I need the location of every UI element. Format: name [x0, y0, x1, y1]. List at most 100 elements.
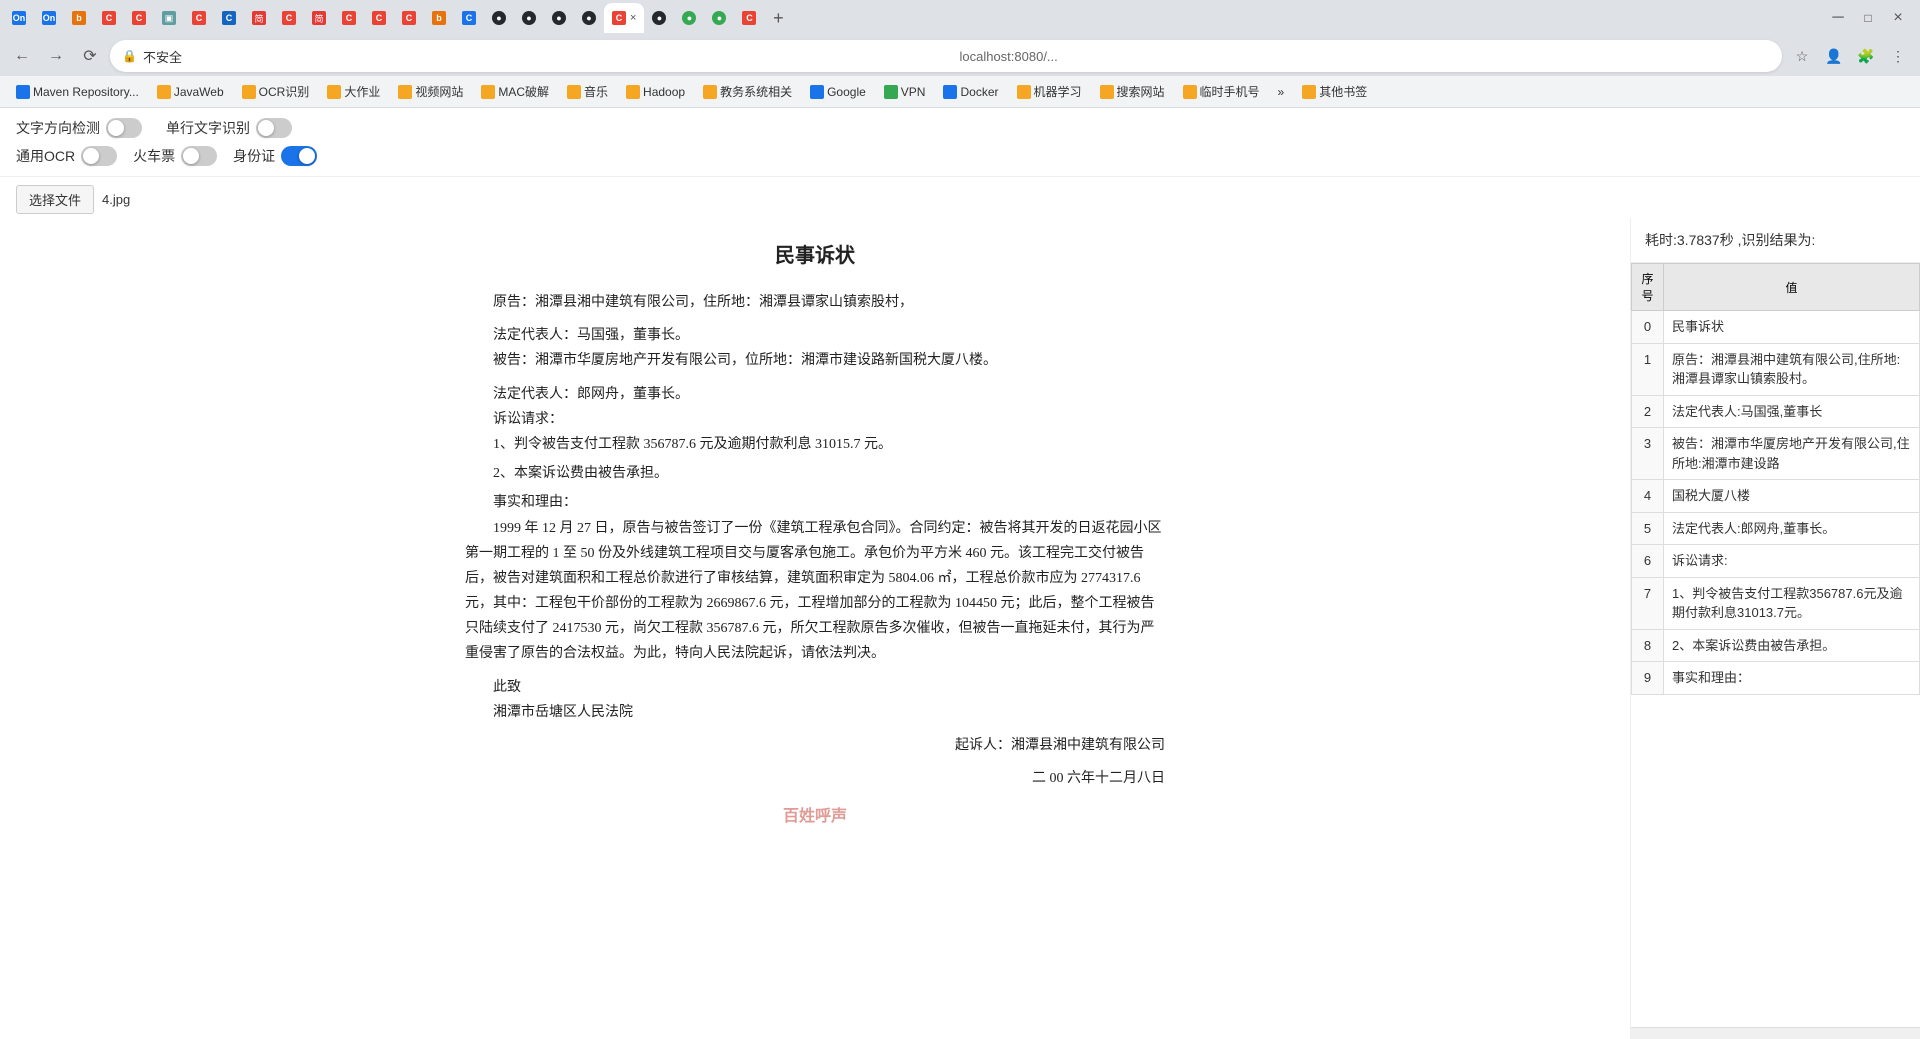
train-ticket-label: 火车票: [133, 146, 175, 166]
results-table: 序号 值 0 民事诉状 1 原告：湘潭县湘中建筑有限公司,住所地:湘潭县谭家山镇…: [1631, 263, 1920, 695]
tab-favicon-6: ▣: [162, 11, 176, 25]
watermark-text: 百姓呼声: [783, 808, 847, 825]
tab-1[interactable]: On: [4, 3, 34, 33]
tab-23[interactable]: ●: [674, 3, 704, 33]
menu-button[interactable]: ⋮: [1884, 42, 1912, 70]
tab-11[interactable]: 简: [304, 3, 334, 33]
tab-13[interactable]: C: [364, 3, 394, 33]
tab-14[interactable]: C: [394, 3, 424, 33]
extension-button[interactable]: 🧩: [1852, 42, 1880, 70]
bookmark-docker[interactable]: Docker: [935, 82, 1006, 102]
bookmark-mac[interactable]: MAC破解: [473, 80, 557, 103]
bookmark-google[interactable]: Google: [802, 82, 874, 102]
tab-19[interactable]: ●: [544, 3, 574, 33]
choose-file-button[interactable]: 选择文件: [16, 185, 94, 214]
tab-6[interactable]: ▣: [154, 3, 184, 33]
tab-12[interactable]: C: [334, 3, 364, 33]
tab-favicon-5: C: [132, 11, 146, 25]
tab-18[interactable]: ●: [514, 3, 544, 33]
tab-close-active[interactable]: ×: [630, 12, 636, 24]
tab-active[interactable]: C ×: [604, 3, 644, 33]
bookmark-icon-google: [810, 85, 824, 99]
bookmark-video[interactable]: 视频网站: [390, 80, 471, 103]
bookmark-maven[interactable]: Maven Repository...: [8, 82, 147, 102]
bookmark-star-button[interactable]: ☆: [1788, 42, 1816, 70]
bookmark-label-search: 搜索网站: [1117, 83, 1165, 100]
tab-favicon-9: 简: [252, 11, 266, 25]
address-bar: ← → ⟳ 🔒 不安全 localhost:8080/... ☆ 👤 🧩 ⋮: [0, 36, 1920, 76]
minimize-button[interactable]: ─: [1824, 4, 1852, 32]
single-line-toggle-wrap: 单行文字识别: [166, 118, 292, 138]
doc-para-6: 2、本案诉讼费由被告承担。: [493, 461, 1165, 486]
bookmark-dazuoye[interactable]: 大作业: [319, 80, 388, 103]
tab-5[interactable]: C: [124, 3, 154, 33]
bookmark-icon-javaweb: [157, 85, 171, 99]
bookmark-icon-music: [567, 85, 581, 99]
bookmark-vpn[interactable]: VPN: [876, 82, 934, 102]
tab-9[interactable]: 简: [244, 3, 274, 33]
bookmark-label-docker: Docker: [960, 85, 998, 99]
bookmark-label-javaweb: JavaWeb: [174, 85, 224, 99]
tab-25[interactable]: C: [734, 3, 764, 33]
tab-8[interactable]: C: [214, 3, 244, 33]
row-seq: 5: [1632, 512, 1664, 545]
tab-16[interactable]: C: [454, 3, 484, 33]
horizontal-scrollbar[interactable]: [1631, 1027, 1920, 1039]
id-card-label: 身份证: [233, 146, 275, 166]
tab-favicon-23: ●: [682, 11, 696, 25]
bookmark-javaweb[interactable]: JavaWeb: [149, 82, 232, 102]
reload-button[interactable]: ⟳: [76, 42, 104, 70]
bookmark-others[interactable]: 其他书签: [1294, 80, 1375, 103]
bookmark-music[interactable]: 音乐: [559, 80, 616, 103]
bookmark-search[interactable]: 搜索网站: [1092, 80, 1173, 103]
doc-para-7: 事实和理由：: [493, 490, 1165, 515]
bookmark-phone[interactable]: 临时手机号: [1175, 80, 1268, 103]
back-button[interactable]: ←: [8, 42, 36, 70]
general-ocr-toggle[interactable]: [81, 146, 117, 166]
tab-20[interactable]: ●: [574, 3, 604, 33]
tab-15[interactable]: b: [424, 3, 454, 33]
tab-7[interactable]: C: [184, 3, 214, 33]
table-row: 4 国税大厦八楼: [1632, 480, 1920, 513]
bookmark-more[interactable]: »: [1270, 82, 1293, 102]
single-line-toggle[interactable]: [256, 118, 292, 138]
id-card-toggle[interactable]: [281, 146, 317, 166]
tab-22[interactable]: ●: [644, 3, 674, 33]
text-direction-toggle[interactable]: [106, 118, 142, 138]
profile-button[interactable]: 👤: [1820, 42, 1848, 70]
tab-favicon-1: On: [12, 11, 26, 25]
tab-17[interactable]: ●: [484, 3, 514, 33]
maximize-button[interactable]: □: [1854, 4, 1882, 32]
close-window-button[interactable]: ×: [1884, 4, 1912, 32]
tab-10[interactable]: C: [274, 3, 304, 33]
bookmark-label-google: Google: [827, 85, 866, 99]
col-seq-header: 序号: [1632, 264, 1664, 311]
tab-favicon-17: ●: [492, 11, 506, 25]
single-line-label: 单行文字识别: [166, 118, 250, 138]
results-table-wrap[interactable]: 序号 值 0 民事诉状 1 原告：湘潭县湘中建筑有限公司,住所地:湘潭县谭家山镇…: [1631, 263, 1920, 1027]
bookmark-icon-docker: [943, 85, 957, 99]
document-title: 民事诉状: [465, 238, 1165, 274]
bookmark-label-ocr: OCR识别: [259, 83, 310, 100]
bookmark-hadoop[interactable]: Hadoop: [618, 82, 693, 102]
new-tab-button[interactable]: +: [764, 4, 792, 32]
forward-button[interactable]: →: [42, 42, 70, 70]
bookmark-label-phone: 临时手机号: [1200, 83, 1260, 100]
controls-row2: 通用OCR 火车票 身份证: [16, 146, 1904, 166]
row-seq: 6: [1632, 545, 1664, 578]
tab-24[interactable]: ●: [704, 3, 734, 33]
bookmark-ml[interactable]: 机器学习: [1009, 80, 1090, 103]
tab-2[interactable]: On: [34, 3, 64, 33]
tab-4[interactable]: C: [94, 3, 124, 33]
train-ticket-toggle[interactable]: [181, 146, 217, 166]
row-val: 被告：湘潭市华厦房地产开发有限公司,住所地:湘潭市建设路: [1664, 428, 1920, 480]
col-val-header: 值: [1664, 264, 1920, 311]
file-name-display: 4.jpg: [102, 192, 130, 207]
bookmark-jiaowu[interactable]: 教务系统相关: [695, 80, 800, 103]
address-input-wrap[interactable]: 🔒 不安全 localhost:8080/...: [110, 40, 1782, 72]
doc-para-4: 诉讼请求：: [493, 407, 1165, 432]
tab-favicon-active: C: [612, 11, 626, 25]
tab-3[interactable]: b: [64, 3, 94, 33]
bookmark-ocr[interactable]: OCR识别: [234, 80, 318, 103]
doc-para-11: 起诉人：湘潭县湘中建筑有限公司: [465, 733, 1165, 758]
